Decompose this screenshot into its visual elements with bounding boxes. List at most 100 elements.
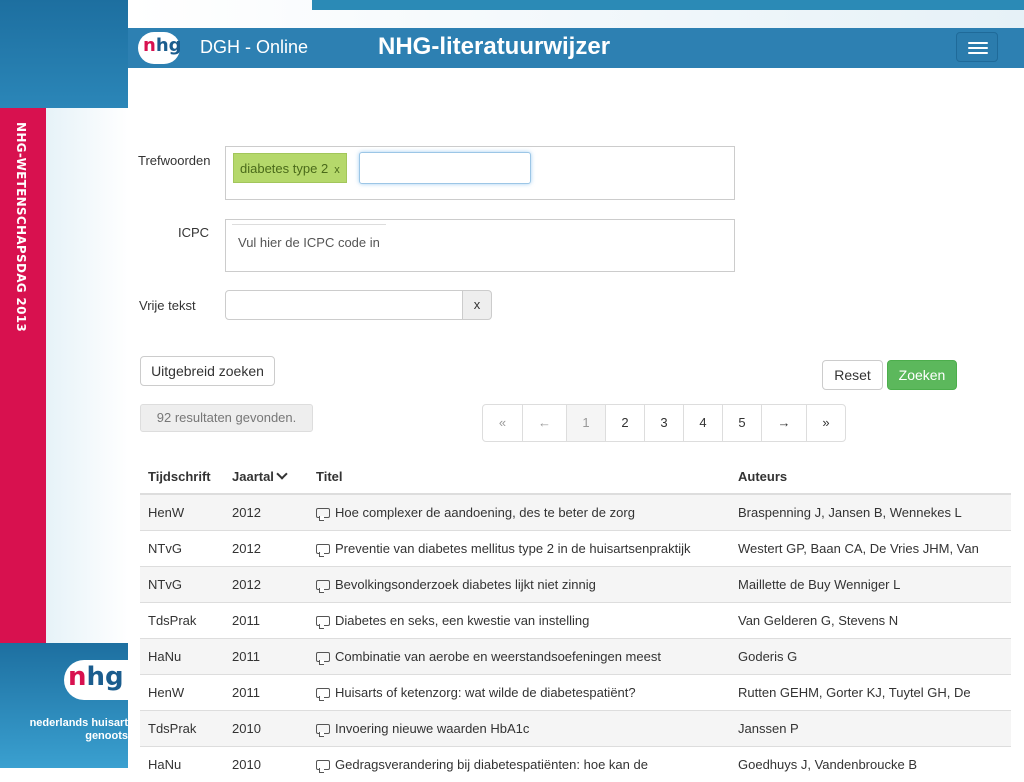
navbar: nhg DGH - Online NHG-literatuurwijzer: [128, 28, 1024, 68]
table-row[interactable]: NTvG 2012 Bevolkingsonderzoek diabetes l…: [140, 565, 1011, 602]
title-link[interactable]: Gedragsverandering bij diabetespatiënten…: [335, 757, 648, 772]
brand-logo-text: nhg: [143, 35, 182, 56]
cell-authors: Westert GP, Baan CA, De Vries JHM, Van: [730, 529, 1011, 566]
cell-year: 2012: [224, 529, 308, 566]
menu-toggle-button[interactable]: [956, 32, 998, 62]
comment-icon: [316, 651, 330, 665]
reset-button[interactable]: Reset: [822, 360, 883, 390]
cell-title[interactable]: Bevolkingsonderzoek diabetes lijkt niet …: [308, 565, 730, 602]
table-row[interactable]: TdsPrak 2010 Invoering nieuwe waarden Hb…: [140, 709, 1011, 746]
cell-authors: Maillette de Buy Wenniger L: [730, 565, 1011, 602]
cell-year: 2010: [224, 745, 308, 782]
table-row[interactable]: HaNu 2010 Gedragsverandering bij diabete…: [140, 745, 1011, 782]
cell-title[interactable]: Gedragsverandering bij diabetespatiënten…: [308, 745, 730, 782]
brand-logo[interactable]: nhg: [138, 32, 182, 64]
cell-authors: Goderis G: [730, 637, 1011, 674]
icpc-placeholder: Vul hier de ICPC code in: [232, 224, 386, 254]
table-row[interactable]: TdsPrak 2011 Diabetes en seks, een kwest…: [140, 601, 1011, 638]
cell-year: 2011: [224, 673, 308, 710]
cell-year: 2010: [224, 709, 308, 746]
organisation-name-line1: nederlands huisart: [29, 717, 128, 729]
nhg-logo: nhg: [64, 660, 130, 700]
cell-title[interactable]: Huisarts of ketenzorg: wat wilde de diab…: [308, 673, 730, 710]
title-link[interactable]: Combinatie van aerobe en weerstandsoefen…: [335, 649, 661, 664]
event-title: NHG-WETENSCHAPSDAG 2013: [14, 122, 28, 333]
column-header-label: Jaartal: [232, 469, 274, 484]
table-row[interactable]: HenW 2011 Huisarts of ketenzorg: wat wil…: [140, 673, 1011, 710]
column-header-tijdschrift[interactable]: Tijdschrift: [140, 460, 224, 495]
column-header-label: Tijdschrift: [148, 469, 211, 484]
cell-journal: TdsPrak: [140, 709, 224, 746]
comment-icon: [316, 579, 330, 593]
column-header-label: Auteurs: [738, 469, 788, 484]
cell-journal: HenW: [140, 673, 224, 710]
icpc-field[interactable]: Vul hier de ICPC code in: [225, 219, 735, 272]
left-banner-middle: NHG-WETENSCHAPSDAG 2013: [0, 108, 128, 643]
advanced-search-button[interactable]: Uitgebreid zoeken: [140, 356, 275, 386]
cell-journal: TdsPrak: [140, 601, 224, 638]
cell-title[interactable]: Combinatie van aerobe en weerstandsoefen…: [308, 637, 730, 674]
table-row[interactable]: HaNu 2011 Combinatie van aerobe en weers…: [140, 637, 1011, 674]
vrije-tekst-input[interactable]: [225, 290, 463, 320]
comment-icon: [316, 543, 330, 557]
pagination: « ← 1 2 3 4 5 → »: [482, 404, 846, 442]
keyword-tag-label: diabetes type 2: [240, 161, 329, 176]
left-banner-top: [0, 0, 128, 108]
top-band-accent: [312, 0, 1024, 10]
clear-text-button[interactable]: x: [462, 290, 492, 320]
cell-title[interactable]: Hoe complexer de aandoening, des te bete…: [308, 493, 730, 530]
title-link[interactable]: Diabetes en seks, een kwestie van instel…: [335, 613, 589, 628]
column-header-titel[interactable]: Titel: [308, 460, 730, 495]
cell-authors: Rutten GEHM, Gorter KJ, Tuytel GH, De: [730, 673, 1011, 710]
page-5[interactable]: 5: [722, 404, 762, 442]
page-last[interactable]: »: [806, 404, 846, 442]
left-banner: NHG-WETENSCHAPSDAG 2013 nhg nederlands h…: [0, 0, 130, 768]
comment-icon: [316, 507, 330, 521]
cell-title[interactable]: Invoering nieuwe waarden HbA1c: [308, 709, 730, 746]
event-stripe: NHG-WETENSCHAPSDAG 2013: [0, 108, 46, 643]
title-link[interactable]: Invoering nieuwe waarden HbA1c: [335, 721, 529, 736]
column-header-jaartal[interactable]: Jaartal: [224, 460, 308, 495]
results-table: Tijdschrift Jaartal Titel Auteurs HenW 2…: [140, 460, 1011, 782]
icpc-label: ICPC: [178, 225, 210, 240]
page-next[interactable]: →: [761, 404, 807, 442]
page-3[interactable]: 3: [644, 404, 684, 442]
cell-authors: Janssen P: [730, 709, 1011, 746]
cell-journal: HaNu: [140, 745, 224, 782]
title-link[interactable]: Preventie van diabetes mellitus type 2 i…: [335, 541, 691, 556]
cell-title[interactable]: Diabetes en seks, een kwestie van instel…: [308, 601, 730, 638]
cell-title[interactable]: Preventie van diabetes mellitus type 2 i…: [308, 529, 730, 566]
comment-icon: [316, 615, 330, 629]
organisation-name-line2: genoots: [85, 730, 128, 742]
page-4[interactable]: 4: [683, 404, 723, 442]
cell-year: 2012: [224, 565, 308, 602]
comment-icon: [316, 723, 330, 737]
cell-authors: Van Gelderen G, Stevens N: [730, 601, 1011, 638]
cell-year: 2011: [224, 637, 308, 674]
comment-icon: [316, 759, 330, 773]
trefwoorden-field[interactable]: diabetes type 2 x: [225, 146, 735, 200]
column-header-label: Titel: [316, 469, 343, 484]
page-1[interactable]: 1: [566, 404, 606, 442]
cell-journal: NTvG: [140, 529, 224, 566]
trefwoorden-label: Trefwoorden: [138, 153, 211, 168]
sort-desc-icon: [276, 468, 288, 480]
remove-tag-button[interactable]: x: [334, 164, 340, 176]
title-link[interactable]: Huisarts of ketenzorg: wat wilde de diab…: [335, 685, 636, 700]
keyword-tag: diabetes type 2 x: [233, 153, 347, 183]
title-link[interactable]: Bevolkingsonderzoek diabetes lijkt niet …: [335, 577, 596, 592]
page-prev[interactable]: ←: [522, 404, 567, 442]
title-link[interactable]: Hoe complexer de aandoening, des te bete…: [335, 505, 635, 520]
page-first[interactable]: «: [482, 404, 523, 442]
organisation-name: nederlands huisart genoots: [0, 717, 128, 743]
keyword-input[interactable]: [359, 152, 531, 184]
table-row[interactable]: HenW 2012 Hoe complexer de aandoening, d…: [140, 493, 1011, 530]
search-button[interactable]: Zoeken: [887, 360, 957, 390]
table-header-row: Tijdschrift Jaartal Titel Auteurs: [140, 460, 1011, 495]
page-2[interactable]: 2: [605, 404, 645, 442]
cell-year: 2011: [224, 601, 308, 638]
page-title: NHG-literatuurwijzer: [378, 33, 611, 60]
column-header-auteurs[interactable]: Auteurs: [730, 460, 1011, 495]
brand-name[interactable]: DGH - Online: [200, 37, 308, 58]
table-row[interactable]: NTvG 2012 Preventie van diabetes mellitu…: [140, 529, 1011, 566]
